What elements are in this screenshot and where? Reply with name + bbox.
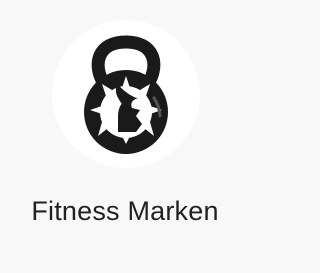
app-name-label: Fitness Marken <box>31 196 219 226</box>
app-icon-circle[interactable] <box>52 20 200 168</box>
app-tile[interactable]: Fitness Marken <box>0 0 250 273</box>
kettlebell-spartan-icon <box>84 35 168 154</box>
